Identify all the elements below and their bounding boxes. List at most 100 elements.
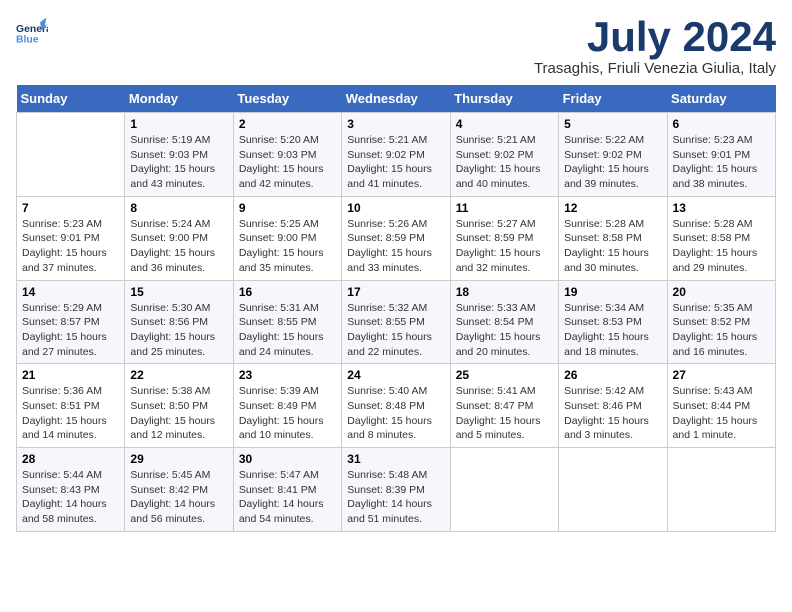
- day-info: Sunrise: 5:32 AMSunset: 8:55 PMDaylight:…: [347, 301, 444, 360]
- day-number: 28: [22, 452, 119, 466]
- calendar-cell: 2Sunrise: 5:20 AMSunset: 9:03 PMDaylight…: [233, 113, 341, 197]
- day-number: 27: [673, 368, 770, 382]
- col-header-tuesday: Tuesday: [233, 85, 341, 113]
- col-header-saturday: Saturday: [667, 85, 775, 113]
- calendar-cell: 22Sunrise: 5:38 AMSunset: 8:50 PMDayligh…: [125, 364, 233, 448]
- col-header-friday: Friday: [559, 85, 667, 113]
- calendar-cell: 12Sunrise: 5:28 AMSunset: 8:58 PMDayligh…: [559, 196, 667, 280]
- calendar-cell: 21Sunrise: 5:36 AMSunset: 8:51 PMDayligh…: [17, 364, 125, 448]
- logo-icon: General Blue: [16, 16, 48, 48]
- calendar-cell: 26 Sunrise: 5:42 AMSunset: 8:46 PMDayligh…: [559, 364, 667, 448]
- day-number: 17: [347, 285, 444, 299]
- day-info: Sunrise: 5:35 AMSunset: 8:52 PMDaylight:…: [673, 301, 770, 360]
- day-info: Sunrise: 5:27 AMSunset: 8:59 PMDaylight:…: [456, 217, 553, 276]
- calendar-cell: 23 Sunrise: 5:39 AMSunset: 8:49 PMDayligh…: [233, 364, 341, 448]
- calendar-cell: [559, 448, 667, 532]
- day-info: Sunrise: 5:31 AMSunset: 8:55 PMDaylight:…: [239, 301, 336, 360]
- day-number: 10: [347, 201, 444, 215]
- calendar-cell: 19Sunrise: 5:34 AMSunset: 8:53 PMDayligh…: [559, 280, 667, 364]
- day-number: 19: [564, 285, 661, 299]
- calendar-cell: 11 Sunrise: 5:27 AMSunset: 8:59 PMDayligh…: [450, 196, 558, 280]
- day-info: Sunrise: 5:33 AMSunset: 8:54 PMDaylight:…: [456, 301, 553, 360]
- day-info: Sunrise: 5:26 AMSunset: 8:59 PMDaylight:…: [347, 217, 444, 276]
- calendar-cell: 3Sunrise: 5:21 AMSunset: 9:02 PMDaylight…: [342, 113, 450, 197]
- calendar-header-row: SundayMondayTuesdayWednesdayThursdayFrid…: [17, 85, 776, 113]
- calendar-cell: [17, 113, 125, 197]
- calendar-cell: 9 Sunrise: 5:25 AMSunset: 9:00 PMDaylight…: [233, 196, 341, 280]
- location-title: Trasaghis, Friuli Venezia Giulia, Italy: [534, 60, 776, 77]
- calendar-cell: 20 Sunrise: 5:35 AMSunset: 8:52 PMDayligh…: [667, 280, 775, 364]
- calendar-cell: 13 Sunrise: 5:28 AMSunset: 8:58 PMDayligh…: [667, 196, 775, 280]
- week-row-5: 28 Sunrise: 5:44 AMSunset: 8:43 PMDayligh…: [17, 448, 776, 532]
- day-info: Sunrise: 5:24 AMSunset: 9:00 PMDaylight:…: [130, 217, 227, 276]
- day-info: Sunrise: 5:42 AMSunset: 8:46 PMDaylight:…: [564, 384, 661, 443]
- day-number: 25: [456, 368, 553, 382]
- calendar-cell: 31 Sunrise: 5:48 AMSunset: 8:39 PMDayligh…: [342, 448, 450, 532]
- calendar-cell: 6 Sunrise: 5:23 AMSunset: 9:01 PMDaylight…: [667, 113, 775, 197]
- week-row-2: 7Sunrise: 5:23 AMSunset: 9:01 PMDaylight…: [17, 196, 776, 280]
- calendar-cell: 8Sunrise: 5:24 AMSunset: 9:00 PMDaylight…: [125, 196, 233, 280]
- day-number: 13: [673, 201, 770, 215]
- day-number: 6: [673, 117, 770, 131]
- day-number: 11: [456, 201, 553, 215]
- day-info: Sunrise: 5:39 AMSunset: 8:49 PMDaylight:…: [239, 384, 336, 443]
- day-info: Sunrise: 5:47 AMSunset: 8:41 PMDaylight:…: [239, 468, 336, 527]
- calendar-table: SundayMondayTuesdayWednesdayThursdayFrid…: [16, 85, 776, 532]
- day-info: Sunrise: 5:23 AMSunset: 9:01 PMDaylight:…: [673, 133, 770, 192]
- week-row-4: 21Sunrise: 5:36 AMSunset: 8:51 PMDayligh…: [17, 364, 776, 448]
- day-number: 15: [130, 285, 227, 299]
- calendar-cell: 27 Sunrise: 5:43 AMSunset: 8:44 PMDayligh…: [667, 364, 775, 448]
- day-number: 3: [347, 117, 444, 131]
- page-header: General Blue July 2024 Trasaghis, Friuli…: [16, 16, 776, 77]
- day-number: 9: [239, 201, 336, 215]
- day-number: 26: [564, 368, 661, 382]
- day-info: Sunrise: 5:48 AMSunset: 8:39 PMDaylight:…: [347, 468, 444, 527]
- calendar-cell: 24 Sunrise: 5:40 AMSunset: 8:48 PMDayligh…: [342, 364, 450, 448]
- day-info: Sunrise: 5:45 AMSunset: 8:42 PMDaylight:…: [130, 468, 227, 527]
- calendar-cell: 28 Sunrise: 5:44 AMSunset: 8:43 PMDayligh…: [17, 448, 125, 532]
- day-number: 29: [130, 452, 227, 466]
- day-info: Sunrise: 5:44 AMSunset: 8:43 PMDaylight:…: [22, 468, 119, 527]
- day-info: Sunrise: 5:29 AMSunset: 8:57 PMDaylight:…: [22, 301, 119, 360]
- calendar-cell: 14 Sunrise: 5:29 AMSunset: 8:57 PMDayligh…: [17, 280, 125, 364]
- calendar-cell: 5 Sunrise: 5:22 AMSunset: 9:02 PMDaylight…: [559, 113, 667, 197]
- week-row-3: 14 Sunrise: 5:29 AMSunset: 8:57 PMDayligh…: [17, 280, 776, 364]
- day-number: 14: [22, 285, 119, 299]
- day-info: Sunrise: 5:22 AMSunset: 9:02 PMDaylight:…: [564, 133, 661, 192]
- calendar-cell: 29 Sunrise: 5:45 AMSunset: 8:42 PMDayligh…: [125, 448, 233, 532]
- day-number: 24: [347, 368, 444, 382]
- day-number: 22: [130, 368, 227, 382]
- calendar-cell: 18 Sunrise: 5:33 AMSunset: 8:54 PMDayligh…: [450, 280, 558, 364]
- calendar-cell: 10 Sunrise: 5:26 AMSunset: 8:59 PMDayligh…: [342, 196, 450, 280]
- day-number: 1: [130, 117, 227, 131]
- title-block: July 2024 Trasaghis, Friuli Venezia Giul…: [534, 16, 776, 77]
- day-number: 4: [456, 117, 553, 131]
- day-number: 21: [22, 368, 119, 382]
- day-info: Sunrise: 5:21 AMSunset: 9:02 PMDaylight:…: [456, 133, 553, 192]
- logo: General Blue: [16, 16, 48, 48]
- day-info: Sunrise: 5:19 AMSunset: 9:03 PMDaylight:…: [130, 133, 227, 192]
- day-number: 2: [239, 117, 336, 131]
- day-info: Sunrise: 5:40 AMSunset: 8:48 PMDaylight:…: [347, 384, 444, 443]
- day-info: Sunrise: 5:43 AMSunset: 8:44 PMDaylight:…: [673, 384, 770, 443]
- calendar-cell: 4 Sunrise: 5:21 AMSunset: 9:02 PMDaylight…: [450, 113, 558, 197]
- day-number: 31: [347, 452, 444, 466]
- calendar-cell: 16 Sunrise: 5:31 AMSunset: 8:55 PMDayligh…: [233, 280, 341, 364]
- calendar-cell: 1 Sunrise: 5:19 AMSunset: 9:03 PMDaylight…: [125, 113, 233, 197]
- day-number: 5: [564, 117, 661, 131]
- day-number: 16: [239, 285, 336, 299]
- day-info: Sunrise: 5:28 AMSunset: 8:58 PMDaylight:…: [564, 217, 661, 276]
- day-number: 20: [673, 285, 770, 299]
- day-info: Sunrise: 5:25 AMSunset: 9:00 PMDaylight:…: [239, 217, 336, 276]
- day-info: Sunrise: 5:28 AMSunset: 8:58 PMDaylight:…: [673, 217, 770, 276]
- day-info: Sunrise: 5:23 AMSunset: 9:01 PMDaylight:…: [22, 217, 119, 276]
- col-header-wednesday: Wednesday: [342, 85, 450, 113]
- day-number: 18: [456, 285, 553, 299]
- week-row-1: 1 Sunrise: 5:19 AMSunset: 9:03 PMDaylight…: [17, 113, 776, 197]
- day-number: 30: [239, 452, 336, 466]
- day-info: Sunrise: 5:30 AMSunset: 8:56 PMDaylight:…: [130, 301, 227, 360]
- day-number: 23: [239, 368, 336, 382]
- col-header-sunday: Sunday: [17, 85, 125, 113]
- svg-text:Blue: Blue: [16, 34, 39, 45]
- month-title: July 2024: [534, 16, 776, 58]
